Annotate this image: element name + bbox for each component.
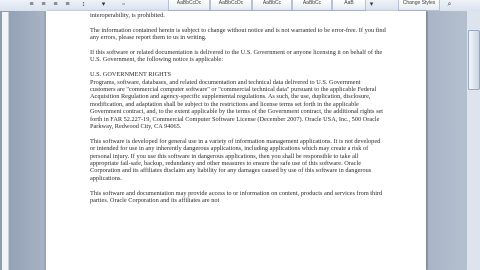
- shading-icon[interactable]: ▾: [100, 1, 107, 8]
- paragraph-dangerous-applications: This software is developed for general u…: [90, 137, 381, 182]
- styles-more-icon[interactable]: ▾: [368, 1, 375, 8]
- style-normal[interactable]: AaBbCcDc: [168, 0, 210, 11]
- heading-government-rights: U.S. GOVERNMENT RIGHTS: [90, 71, 172, 79]
- paragraph-government-delivery: If this software or related documentatio…: [90, 49, 383, 64]
- document-page[interactable]: interoperability, is prohibited. The inf…: [46, 11, 426, 270]
- change-styles-button[interactable]: Change Styles: [398, 0, 440, 11]
- paragraph-government-rights: Programs, software, databases, and relat…: [90, 78, 384, 131]
- find-icon[interactable]: ⌕: [446, 1, 453, 8]
- style-heading-1[interactable]: AaBbCc: [252, 0, 292, 11]
- scrollbar-thumb[interactable]: [468, 30, 480, 90]
- vertical-ruler[interactable]: [2, 12, 9, 270]
- borders-icon[interactable]: ▫: [120, 1, 127, 8]
- paragraph-third-party: This software and documentation may prov…: [90, 189, 383, 205]
- align-right-icon[interactable]: ≡: [52, 1, 59, 8]
- style-no-spacing[interactable]: AaBbCcDc: [210, 0, 252, 11]
- document-body[interactable]: interoperability, is prohibited. The inf…: [90, 11, 386, 212]
- paragraph-change-notice: The information contained herein is subj…: [90, 26, 386, 42]
- paragraph-interoperability: interoperability, is prohibited.: [90, 12, 165, 19]
- line-spacing-icon[interactable]: ↕: [80, 1, 87, 8]
- style-heading-2[interactable]: AaBbCc: [292, 0, 332, 11]
- justify-icon[interactable]: ≡: [64, 1, 71, 8]
- align-left-icon[interactable]: ≡: [28, 1, 35, 8]
- align-center-icon[interactable]: ≡: [40, 1, 47, 8]
- style-title[interactable]: AaB: [332, 0, 366, 11]
